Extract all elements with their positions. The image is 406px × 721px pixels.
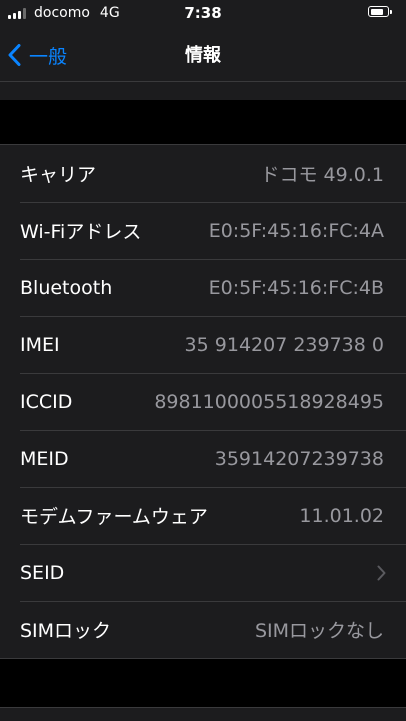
- row-label: SIMロック: [20, 620, 112, 642]
- row-value: 35 914207 239738 0: [184, 333, 384, 356]
- row-seid[interactable]: SEID: [0, 544, 406, 601]
- row-label: モデムファームウェア: [20, 506, 208, 528]
- chevron-right-icon: [377, 565, 386, 580]
- row-imei: IMEI 35 914207 239738 0: [0, 316, 406, 373]
- row-value: E0:5F:45:16:FC:4A: [208, 219, 384, 242]
- row-label: Bluetooth: [20, 276, 113, 299]
- row-carrier: キャリア ドコモ 49.0.1: [0, 145, 406, 202]
- row-iccid: ICCID 8981100005518928495: [0, 373, 406, 430]
- row-modem-firmware: モデムファームウェア 11.01.02: [0, 487, 406, 544]
- row-sim-lock: SIMロック SIMロックなし: [0, 601, 406, 658]
- row-bluetooth: Bluetooth E0:5F:45:16:FC:4B: [0, 259, 406, 316]
- battery-level: [370, 8, 383, 15]
- row-value: 8981100005518928495: [154, 390, 384, 413]
- navigation-bar: 一般 情報: [0, 28, 406, 82]
- row-meid: MEID 35914207239738: [0, 430, 406, 487]
- row-wifi-address: Wi-Fiアドレス E0:5F:45:16:FC:4A: [0, 202, 406, 259]
- group-spacer: [0, 659, 406, 707]
- battery-icon: [368, 6, 392, 17]
- group-spacer: [0, 100, 406, 144]
- page-title: 情報: [185, 45, 221, 66]
- status-bar: docomo 4G 7:38: [0, 0, 406, 28]
- row-label: MEID: [20, 447, 69, 470]
- row-value: 35914207239738: [214, 447, 384, 470]
- row-label: SEID: [20, 561, 65, 584]
- row-value: SIMロックなし: [254, 620, 384, 642]
- row-value: 11.01.02: [299, 504, 384, 527]
- info-list: キャリア ドコモ 49.0.1 Wi-Fiアドレス E0:5F:45:16:FC…: [0, 144, 406, 659]
- row-value: ドコモ 49.0.1: [260, 164, 384, 186]
- row-label: キャリア: [20, 164, 97, 186]
- row-label: IMEI: [20, 333, 60, 356]
- status-time: 7:38: [184, 4, 222, 22]
- previous-row-fragment: [0, 82, 406, 100]
- row-value: E0:5F:45:16:FC:4B: [208, 276, 384, 299]
- row-label: ICCID: [20, 390, 73, 413]
- next-group-fragment: [0, 707, 406, 721]
- row-label: Wi-Fiアドレス: [20, 221, 142, 243]
